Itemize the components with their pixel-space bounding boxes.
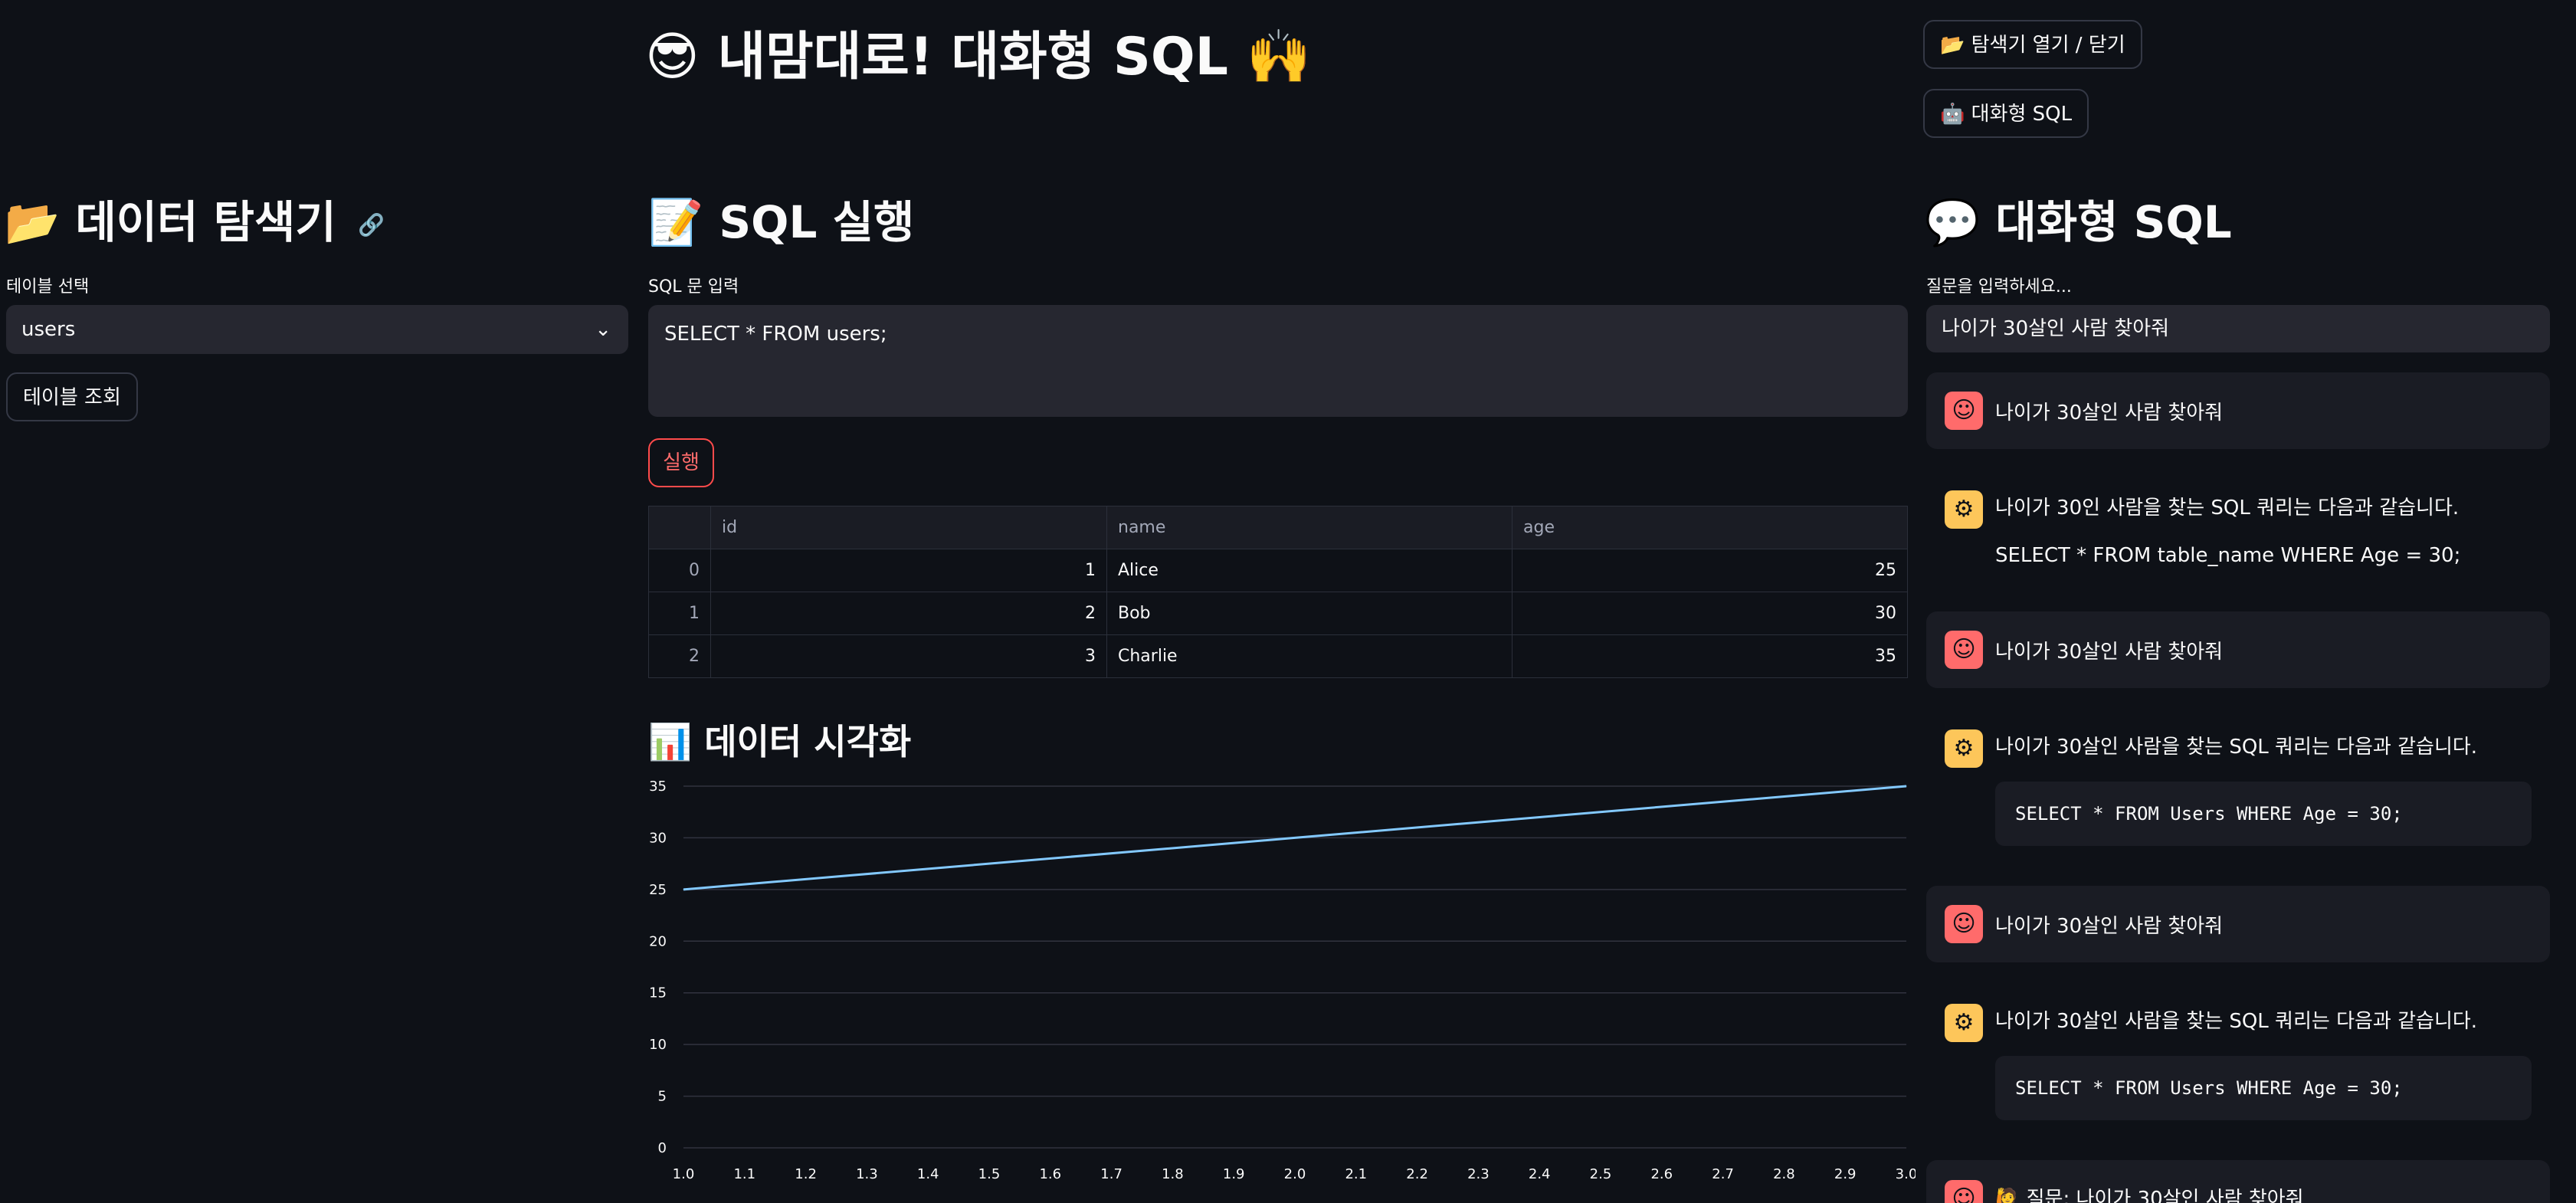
y-tick-label: 0 [658, 1140, 667, 1156]
cell-id[interactable]: 1 [710, 549, 1107, 592]
code-block[interactable]: SELECT * FROM Users WHERE Age = 30; [1995, 782, 2532, 846]
code-block[interactable]: SELECT * FROM Users WHERE Age = 30; [1995, 1056, 2532, 1120]
data-point [683, 889, 684, 890]
table-row[interactable]: 2 3 Charlie 35 [648, 634, 1908, 678]
run-button[interactable]: 실행 [648, 438, 714, 487]
y-tick-label: 10 [649, 1037, 667, 1053]
cell-age[interactable]: 30 [1512, 592, 1908, 635]
y-tick-label: 35 [649, 779, 667, 795]
x-tick-label: 1.3 [856, 1166, 878, 1182]
chat-message-user: ☺ 나이가 30살인 사람 찾아줘 [1926, 886, 2550, 962]
x-tick-label: 2.6 [1650, 1166, 1673, 1182]
page-title: 😎 내맘대로! 대화형 SQL 🙌 [645, 27, 1312, 87]
x-tick-label: 2.7 [1712, 1166, 1734, 1182]
sql-input-label: SQL 문 입력 [648, 277, 739, 297]
chat-message-user: ☺ 🙋 질문: 나이가 30살인 사람 찾아줘 [1926, 1160, 2550, 1203]
y-tick-label: 30 [649, 830, 667, 846]
x-tick-label: 1.2 [795, 1166, 817, 1182]
y-tick-label: 25 [649, 882, 667, 898]
user-face-icon: ☺ [1945, 392, 1983, 430]
row-index: 1 [648, 592, 711, 635]
x-tick-label: 2.1 [1345, 1166, 1367, 1182]
chat-message-bot: ⚙ 나이가 30살인 사람을 찾는 SQL 쿼리는 다음과 같습니다. SELE… [1926, 714, 2550, 852]
x-tick-label: 3.0 [1896, 1166, 1916, 1182]
cell-age[interactable]: 25 [1512, 549, 1908, 592]
chat-message-bot: ⚙ 나이가 30살인 사람을 찾는 SQL 쿼리는 다음과 같습니다. SELE… [1926, 988, 2550, 1126]
table-select[interactable]: users ⌄ [6, 305, 628, 354]
x-tick-label: 2.2 [1406, 1166, 1428, 1182]
row-index: 2 [648, 634, 711, 678]
row-index: 0 [648, 549, 711, 592]
chat-input-label: 질문을 입력하세요... [1926, 277, 2072, 297]
explorer-heading: 📂 데이터 탐색기 🔗 [5, 196, 385, 248]
table-header-row: id name age [648, 506, 1908, 549]
x-tick-label: 2.0 [1284, 1166, 1306, 1182]
x-tick-label: 2.8 [1773, 1166, 1795, 1182]
cell-name[interactable]: Alice [1106, 549, 1512, 592]
y-tick-label: 5 [658, 1089, 667, 1105]
x-tick-label: 2.5 [1590, 1166, 1612, 1182]
robot-icon: ⚙ [1945, 1004, 1983, 1042]
column-header[interactable]: name [1106, 506, 1512, 549]
x-tick-label: 1.6 [1039, 1166, 1061, 1182]
data-point [1906, 785, 1907, 787]
x-tick-label: 2.4 [1529, 1166, 1551, 1182]
cell-id[interactable]: 3 [710, 634, 1107, 678]
y-tick-label: 20 [649, 933, 667, 949]
column-header[interactable]: age [1512, 506, 1908, 549]
plain-sql: SELECT * FROM table_name WHERE Age = 30; [1995, 544, 2461, 567]
chat-message-bot: ⚙ 나이가 30인 사람을 찾는 SQL 쿼리는 다음과 같습니다. SELEC… [1926, 475, 2550, 582]
x-tick-label: 2.9 [1834, 1166, 1857, 1182]
chevron-down-icon: ⌄ [595, 318, 611, 341]
user-face-icon: ☺ [1945, 1180, 1983, 1203]
cell-age[interactable]: 35 [1512, 634, 1908, 678]
column-header[interactable] [648, 506, 711, 549]
chat-message-user: ☺ 나이가 30살인 사람 찾아줘 [1926, 372, 2550, 449]
cell-name[interactable]: Bob [1106, 592, 1512, 635]
x-tick-label: 1.8 [1162, 1166, 1184, 1182]
user-face-icon: ☺ [1945, 631, 1983, 669]
link-icon[interactable]: 🔗 [358, 212, 385, 238]
robot-icon: ⚙ [1945, 490, 1983, 529]
table-select-label: 테이블 선택 [6, 277, 90, 297]
chat-heading: 💬 대화형 SQL [1925, 196, 2232, 248]
robot-icon: ⚙ [1945, 729, 1983, 768]
x-tick-label: 1.0 [673, 1166, 695, 1182]
table-row[interactable]: 1 2 Bob 30 [648, 592, 1908, 635]
x-tick-label: 1.9 [1223, 1166, 1245, 1182]
sql-heading: 📝 SQL 실행 [648, 196, 915, 248]
result-table: id name age 0 1 Alice 25 1 2 Bob 30 2 3 … [648, 506, 1908, 678]
x-tick-label: 1.4 [917, 1166, 939, 1182]
column-header[interactable]: id [710, 506, 1107, 549]
user-face-icon: ☺ [1945, 905, 1983, 943]
explorer-toggle-button[interactable]: 📂 탐색기 열기 / 닫기 [1923, 20, 2142, 69]
x-tick-label: 1.1 [733, 1166, 755, 1182]
chat-input[interactable]: 나이가 30살인 사람 찾아줘 [1926, 305, 2550, 352]
x-tick-label: 1.7 [1100, 1166, 1122, 1182]
line-chart[interactable]: 0 5 10 15 20 25 30 35 1.0 1.1 1.2 1.3 1.4 1.5 1.6 1.7 1.… [644, 774, 1916, 1203]
x-tick-label: 2.3 [1467, 1166, 1490, 1182]
view-table-button[interactable]: 테이블 조회 [6, 372, 138, 421]
x-tick-label: 1.5 [978, 1166, 1001, 1182]
cell-id[interactable]: 2 [710, 592, 1107, 635]
viz-heading: 📊 데이터 시각화 [648, 721, 912, 762]
sql-input[interactable]: SELECT * FROM users; [648, 305, 1908, 417]
chat-sql-button[interactable]: 🤖 대화형 SQL [1923, 89, 2089, 138]
table-row[interactable]: 0 1 Alice 25 [648, 549, 1908, 592]
y-tick-label: 15 [649, 985, 667, 1001]
chat-message-user: ☺ 나이가 30살인 사람 찾아줘 [1926, 611, 2550, 688]
cell-name[interactable]: Charlie [1106, 634, 1512, 678]
